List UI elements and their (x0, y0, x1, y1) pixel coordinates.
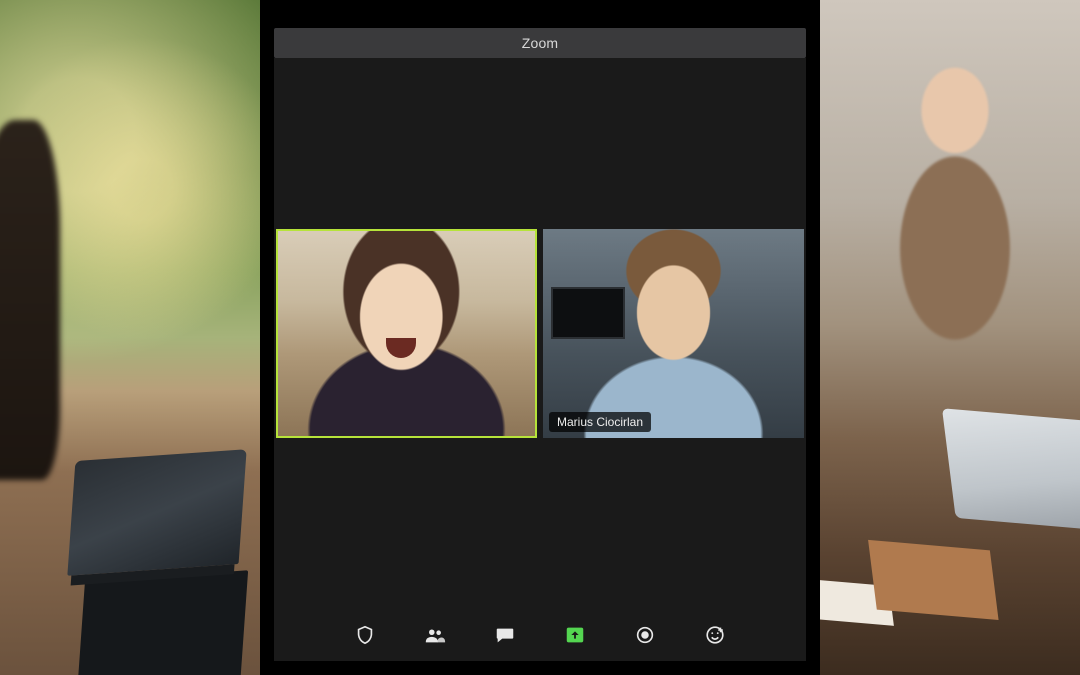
video-tile-participant-1[interactable] (276, 229, 537, 438)
zoom-window: Zoom Marius Ciocirlan (260, 0, 820, 675)
participants-button[interactable] (422, 622, 448, 648)
chat-button[interactable] (492, 622, 518, 648)
video-grid: Marius Ciocirlan (274, 229, 806, 438)
meeting-toolbar (274, 609, 806, 661)
participants-icon (424, 624, 446, 646)
shield-icon (354, 624, 376, 646)
video-area: Marius Ciocirlan (274, 58, 806, 609)
window-title: Zoom (522, 35, 559, 51)
participant-name-tag: Marius Ciocirlan (549, 412, 651, 432)
share-screen-icon (564, 624, 586, 646)
chat-icon (494, 624, 516, 646)
participant-name-label: Marius Ciocirlan (557, 415, 643, 429)
record-button[interactable] (632, 622, 658, 648)
record-icon (634, 624, 656, 646)
reactions-icon (704, 624, 726, 646)
window-titlebar[interactable]: Zoom (274, 28, 806, 58)
reactions-button[interactable] (702, 622, 728, 648)
video-tile-participant-2[interactable]: Marius Ciocirlan (543, 229, 804, 438)
share-screen-button[interactable] (562, 622, 588, 648)
collage-photo-left (0, 0, 260, 675)
security-button[interactable] (352, 622, 378, 648)
collage-photo-right (820, 0, 1080, 675)
